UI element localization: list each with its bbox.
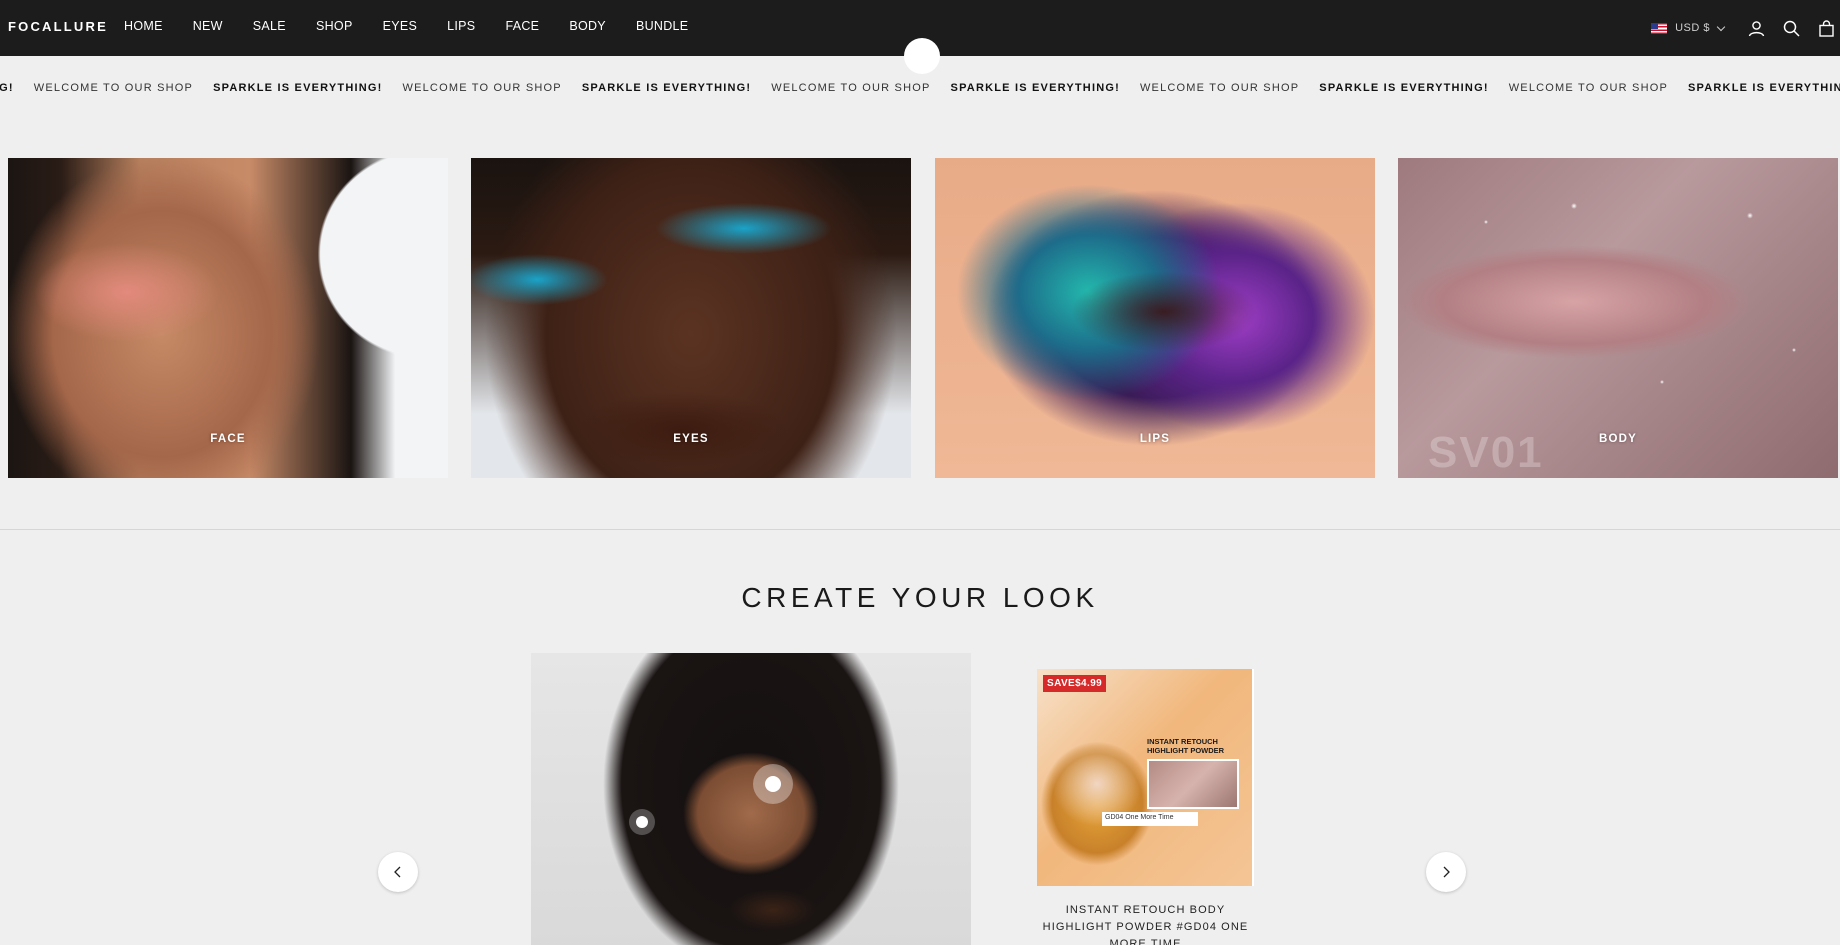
product-hotspot[interactable] <box>629 809 655 835</box>
category-card-face[interactable]: FACE <box>8 158 448 478</box>
nav-item-body[interactable]: BODY <box>569 19 606 33</box>
marquee-item: SPARKLE IS EVERYTHING! <box>213 82 383 94</box>
product-image-title: INSTANT RETOUCH HIGHLIGHT POWDER <box>1147 737 1225 755</box>
marquee-item: WELCOME TO OUR SHOP <box>402 82 562 94</box>
sale-badge: SAVE$4.99 <box>1043 675 1107 692</box>
chevron-left-icon <box>394 866 401 878</box>
category-label-body: BODY <box>1598 433 1638 445</box>
marquee-item: WELCOME TO OUR SHOP <box>33 82 194 94</box>
nav-item-new[interactable]: NEW <box>193 19 223 33</box>
nav-item-shop[interactable]: SHOP <box>316 19 353 33</box>
marquee-item: SPARKLE IS EVERYTHING! <box>1688 82 1840 94</box>
marquee-item: WELCOME TO OUR SHOP <box>1508 82 1669 94</box>
chevron-down-icon <box>1716 22 1726 31</box>
look-model-image <box>531 653 971 945</box>
us-flag-icon <box>1651 22 1668 34</box>
nav-item-sale[interactable]: SALE <box>253 19 286 33</box>
account-icon[interactable] <box>1746 18 1766 38</box>
marquee-item: WELCOME TO OUR SHOP <box>1139 82 1300 94</box>
nav-item-home[interactable]: HOME <box>124 19 163 33</box>
product-image[interactable]: SAVE$4.99 INSTANT RETOUCH HIGHLIGHT POWD… <box>1037 669 1254 886</box>
marquee-item: NG! <box>0 82 14 94</box>
carousel-next-button[interactable] <box>1426 852 1466 892</box>
category-label-lips: LIPS <box>1139 433 1171 445</box>
marquee-item: SPARKLE IS EVERYTHING! <box>950 82 1120 94</box>
marquee-track: NG! WELCOME TO OUR SHOP SPARKLE IS EVERY… <box>0 82 1840 94</box>
marquee-item: SPARKLE IS EVERYTHING! <box>581 82 752 94</box>
category-card-lips[interactable]: LIPS <box>935 158 1375 478</box>
carousel-prev-button[interactable] <box>378 852 418 892</box>
category-card-eyes[interactable]: EYES <box>471 158 911 478</box>
header-actions: USD $ <box>1651 0 1840 56</box>
cart-icon[interactable] <box>1816 18 1836 38</box>
currency-label: USD $ <box>1675 22 1710 34</box>
search-icon[interactable] <box>1781 18 1801 38</box>
product-image-panel: INSTANT RETOUCH HIGHLIGHT POWDER <box>1147 737 1245 809</box>
category-card-body[interactable]: SV01 BODY <box>1398 158 1838 478</box>
chevron-right-icon <box>1443 866 1450 878</box>
nav-item-bundle[interactable]: BUNDLE <box>636 19 689 33</box>
brand-logo[interactable]: FOCALLURE <box>8 19 108 34</box>
nav-item-eyes[interactable]: EYES <box>383 19 418 33</box>
product-title[interactable]: INSTANT RETOUCH BODY HIGHLIGHT POWDER #G… <box>1037 902 1254 945</box>
category-label-face: FACE <box>210 433 246 445</box>
currency-selector[interactable]: USD $ <box>1651 22 1726 34</box>
product-swatch <box>1147 759 1239 809</box>
main-nav: HOME NEW SALE SHOP EYES LIPS FACE BODY B… <box>124 19 718 33</box>
product-hotspot-active[interactable] <box>753 764 793 804</box>
nav-item-lips[interactable]: LIPS <box>447 19 475 33</box>
nav-item-face[interactable]: FACE <box>505 19 539 33</box>
section-divider <box>0 529 1840 530</box>
marquee-item: WELCOME TO OUR SHOP <box>771 82 931 94</box>
announcement-marquee: NG! WELCOME TO OUR SHOP SPARKLE IS EVERY… <box>0 78 1840 100</box>
product-image-caption: GD04 One More Time <box>1102 812 1198 826</box>
scroll-indicator <box>904 38 940 74</box>
section-title: CREATE YOUR LOOK <box>741 582 1099 613</box>
marquee-item: SPARKLE IS EVERYTHING! <box>1319 82 1489 94</box>
category-label-eyes: EYES <box>673 433 709 445</box>
